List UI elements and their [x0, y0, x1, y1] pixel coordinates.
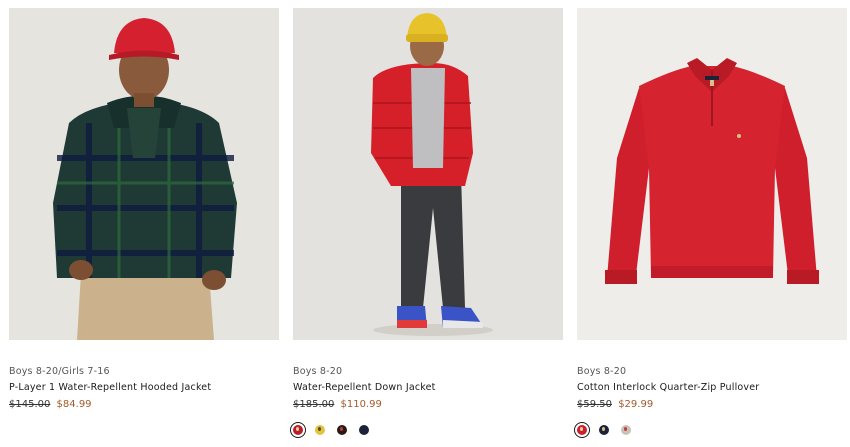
- product-price: $145.00 $84.99: [9, 398, 279, 411]
- product-name[interactable]: P-Layer 1 Water-Repellent Hooded Jacket: [9, 382, 279, 394]
- product-card[interactable]: Boys 8-20 Water-Repellent Down Jacket $1…: [290, 8, 563, 438]
- color-swatches: [574, 422, 847, 438]
- product-name[interactable]: Water-Repellent Down Jacket: [293, 382, 563, 394]
- product-price: $185.00 $110.99: [293, 398, 563, 411]
- product-photo-red-quarter-zip: [577, 8, 847, 340]
- swatch-navy[interactable]: [359, 425, 369, 435]
- sale-price: $84.99: [56, 399, 92, 410]
- sale-price: $110.99: [340, 399, 382, 410]
- product-photo-boy-red-down-jacket: [293, 8, 563, 340]
- product-price: $59.50 $29.99: [577, 398, 847, 411]
- product-category: Boys 8-20: [577, 366, 627, 377]
- original-price: $59.50: [577, 399, 612, 410]
- original-price: $185.00: [293, 399, 335, 410]
- product-image[interactable]: [9, 8, 279, 340]
- product-category: Boys 8-20: [293, 366, 343, 377]
- product-name[interactable]: Cotton Interlock Quarter-Zip Pullover: [577, 382, 847, 394]
- product-image[interactable]: [577, 8, 847, 340]
- product-image[interactable]: [293, 8, 563, 340]
- swatch-grey[interactable]: [621, 425, 631, 435]
- swatch-red[interactable]: [290, 422, 306, 438]
- product-category: Boys 8-20/Girls 7-16: [9, 366, 110, 377]
- swatch-brown[interactable]: [337, 425, 347, 435]
- product-grid: Boys 8-20/Girls 7-16 P-Layer 1 Water-Rep…: [0, 0, 850, 447]
- swatch-yellow[interactable]: [315, 425, 325, 435]
- product-card[interactable]: Boys 8-20/Girls 7-16 P-Layer 1 Water-Rep…: [9, 8, 279, 411]
- product-photo-boy-plaid-jacket: [9, 8, 279, 340]
- color-swatches: [290, 422, 563, 438]
- sale-price: $29.99: [618, 399, 654, 410]
- swatch-red[interactable]: [574, 422, 590, 438]
- product-card[interactable]: Boys 8-20 Cotton Interlock Quarter-Zip P…: [574, 8, 847, 438]
- original-price: $145.00: [9, 399, 51, 410]
- swatch-navy[interactable]: [599, 425, 609, 435]
